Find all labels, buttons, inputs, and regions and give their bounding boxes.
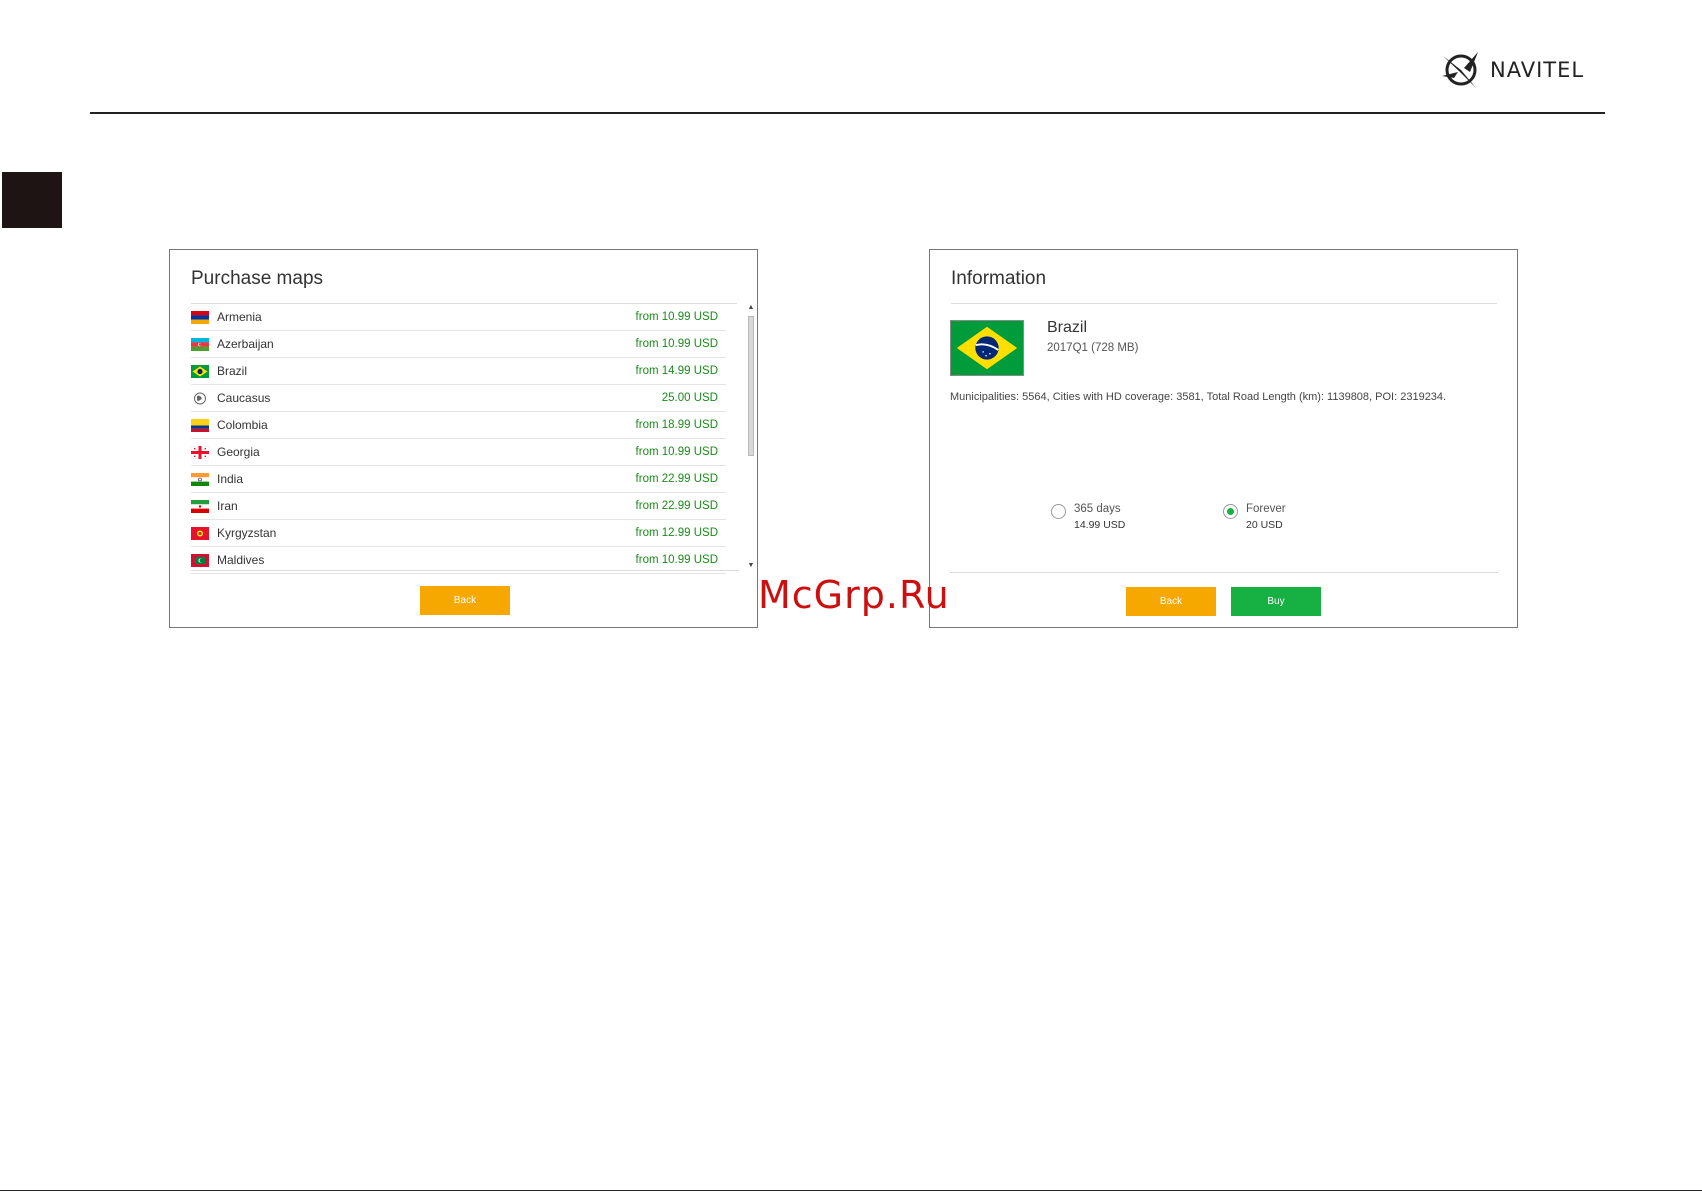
navitel-logo-icon (1442, 52, 1478, 88)
map-list-item-armenia[interactable]: Armenia from 10.99 USD (191, 304, 726, 331)
india-flag-icon (191, 472, 209, 486)
price-label: from 22.99 USD (635, 500, 718, 512)
option-label: Forever (1246, 503, 1286, 515)
country-name: Georgia (217, 445, 260, 459)
list-divider (191, 570, 739, 571)
option-forever[interactable]: Forever 20 USD (1223, 502, 1286, 532)
price-label: from 10.99 USD (635, 446, 718, 458)
armenia-flag-icon (191, 310, 209, 324)
map-list-item-brazil[interactable]: Brazil from 14.99 USD (191, 358, 726, 385)
option-price: 20 USD (1246, 519, 1283, 531)
country-name: India (217, 472, 244, 486)
country-name: Colombia (217, 418, 268, 432)
panel-title: Purchase maps (191, 268, 324, 289)
brazil-flag-icon (191, 364, 209, 378)
maldives-flag-icon (191, 553, 209, 567)
map-list-scrollbar[interactable]: ▲ ▼ (747, 304, 755, 570)
kyrgyzstan-flag-icon (191, 526, 209, 540)
price-label: 25.00 USD (661, 392, 718, 404)
colombia-flag-icon (191, 418, 209, 432)
map-list-item-caucasus[interactable]: Caucasus 25.00 USD (191, 385, 726, 412)
country-name: Iran (217, 499, 238, 513)
georgia-flag-icon (191, 445, 209, 459)
map-list-item-iran[interactable]: Iran from 22.99 USD (191, 493, 726, 520)
map-version: 2017Q1 (728 MB) (1047, 342, 1139, 354)
back-button[interactable]: Back (420, 586, 510, 615)
map-list-item-india[interactable]: India from 22.99 USD (191, 466, 726, 493)
price-label: from 10.99 USD (635, 338, 718, 350)
buy-button[interactable]: Buy (1231, 587, 1321, 616)
scroll-down-arrow-icon[interactable]: ▼ (747, 562, 755, 570)
back-button[interactable]: Back (1126, 587, 1216, 616)
azerbaijan-flag-icon (191, 337, 209, 351)
price-label: from 10.99 USD (635, 554, 718, 566)
price-label: from 10.99 USD (635, 311, 718, 323)
map-statistics: Municipalities: 5564, Cities with HD cov… (950, 391, 1447, 403)
scroll-up-arrow-icon[interactable]: ▲ (747, 304, 755, 312)
brand-name: NAVITEL (1490, 58, 1585, 82)
map-list-item-colombia[interactable]: Colombia from 18.99 USD (191, 412, 726, 439)
scroll-thumb[interactable] (748, 316, 754, 456)
option-price: 14.99 USD (1074, 519, 1126, 531)
information-panel: Information Brazil 2017Q1 (728 MB) Munic… (929, 249, 1518, 628)
footer-divider (0, 1190, 1702, 1191)
price-label: from 14.99 USD (635, 365, 718, 377)
purchase-maps-panel: Purchase maps Armenia from 10.99 USD Aze… (169, 249, 758, 628)
country-name: Caucasus (217, 391, 271, 405)
brazil-flag-icon (950, 320, 1024, 376)
option-label: 365 days (1074, 503, 1121, 515)
country-name: Kyrgyzstan (217, 526, 277, 540)
price-label: from 12.99 USD (635, 527, 718, 539)
option-365-days[interactable]: 365 days 14.99 USD (1051, 502, 1125, 532)
info-divider (950, 572, 1498, 573)
navitel-logo: NAVITEL (1440, 48, 1584, 92)
map-list-item-kyrgyzstan[interactable]: Kyrgyzstan from 12.99 USD (191, 520, 726, 547)
map-list: Armenia from 10.99 USD Azerbaijan from 1… (191, 304, 726, 574)
watermark-text: McGrp.Ru (758, 573, 950, 617)
price-label: from 18.99 USD (635, 419, 718, 431)
price-label: from 22.99 USD (635, 473, 718, 485)
header-divider (90, 112, 1605, 114)
title-divider (951, 303, 1497, 304)
radio-365-days[interactable] (1051, 504, 1066, 519)
country-name: Maldives (217, 553, 265, 567)
radio-forever[interactable] (1223, 504, 1238, 519)
country-name: Brazil (217, 364, 248, 378)
map-name: Brazil (1047, 319, 1088, 336)
side-tab-marker (2, 172, 62, 228)
country-name: Azerbaijan (217, 337, 274, 351)
globe-icon (191, 392, 209, 405)
map-list-item-georgia[interactable]: Georgia from 10.99 USD (191, 439, 726, 466)
country-name: Armenia (217, 310, 262, 324)
iran-flag-icon (191, 499, 209, 513)
panel-title: Information (951, 268, 1047, 289)
map-list-item-azerbaijan[interactable]: Azerbaijan from 10.99 USD (191, 331, 726, 358)
